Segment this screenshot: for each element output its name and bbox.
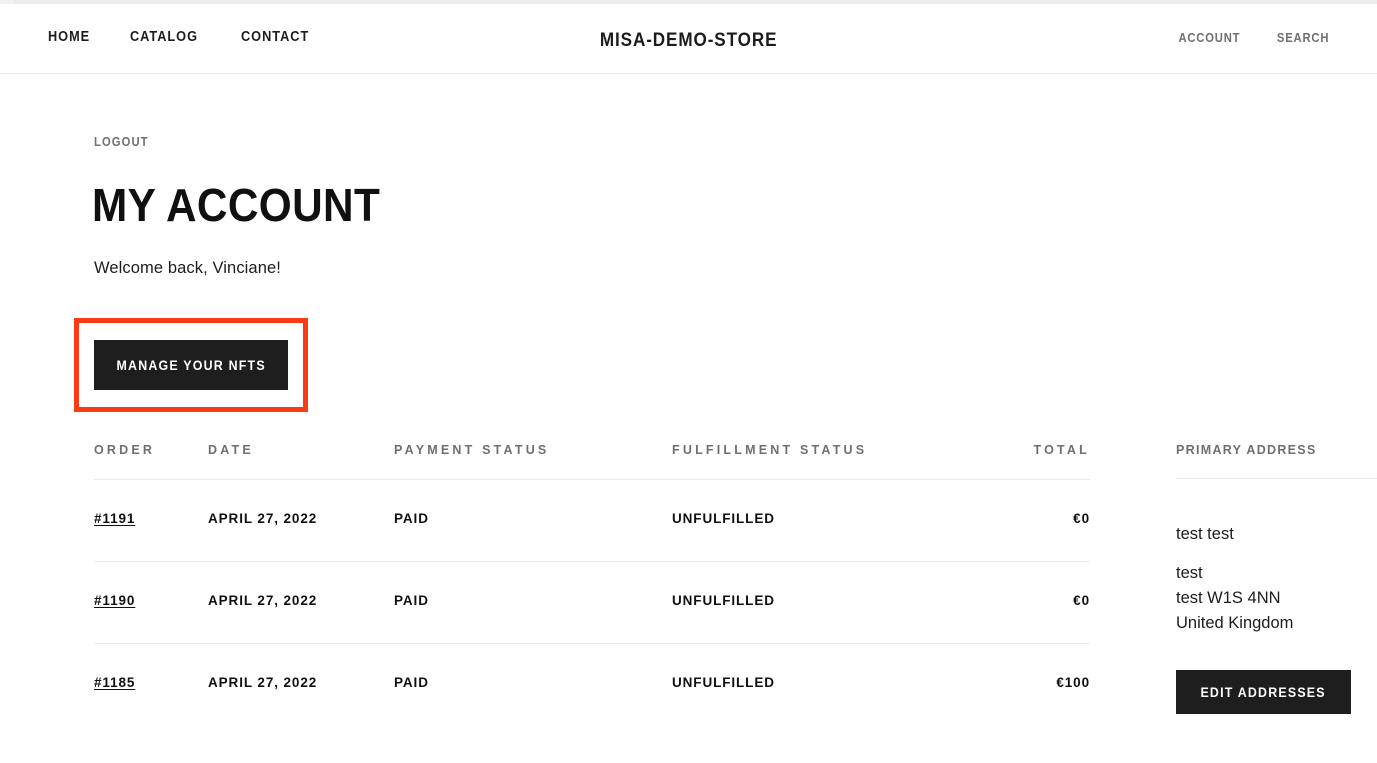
manage-nfts-button[interactable]: Manage your NFTs — [94, 340, 288, 390]
table-row: #1190 April 27, 2022 Paid Unfulfilled €0 — [94, 561, 1090, 644]
order-number-cell: #1190 — [94, 561, 208, 644]
order-payment-status-cell: Paid — [394, 561, 672, 644]
primary-address-heading: Primary Address — [1176, 443, 1377, 479]
edit-addresses-button[interactable]: Edit addresses — [1176, 670, 1351, 714]
welcome-message: Welcome back, Vinciane! — [94, 259, 281, 277]
site-header: Home Catalog Contact MISA-DEMO-STORE Acc… — [0, 4, 1377, 74]
order-payment-status-cell: Paid — [394, 675, 429, 690]
order-number-cell: #1191 — [94, 479, 208, 562]
orders-table-head: Order Date Payment status Fulfillment st… — [94, 443, 1090, 480]
order-date-cell: April 27, 2022 — [208, 479, 394, 562]
order-link[interactable]: #1185 — [94, 675, 135, 690]
store-logo-title[interactable]: MISA-DEMO-STORE — [0, 30, 1377, 52]
column-header-fulfillment-status: Fulfillment status — [672, 443, 962, 480]
edit-addresses-button-label: Edit addresses — [1200, 684, 1327, 700]
main-content: Logout My Account Welcome back, Vinciane… — [0, 75, 1377, 763]
address-line-1: test — [1176, 564, 1203, 582]
order-fulfillment-status-cell: Unfulfilled — [672, 675, 775, 690]
address-name: test test — [1176, 525, 1234, 543]
order-number-cell: #1185 — [94, 644, 208, 726]
column-header-payment-status: Payment status — [394, 443, 672, 480]
logout-link[interactable]: Logout — [94, 135, 149, 149]
column-header-date: Date — [208, 443, 394, 480]
order-total-cell: €100 — [1056, 675, 1090, 690]
orders-section: Order Date Payment status Fulfillment st… — [94, 443, 1090, 725]
order-link[interactable]: #1191 — [94, 511, 135, 526]
nav-link-account[interactable]: Account — [1178, 31, 1240, 45]
store-logo-text: MISA-DEMO-STORE — [599, 30, 778, 51]
account-page: Home Catalog Contact MISA-DEMO-STORE Acc… — [0, 0, 1377, 763]
page-title: My Account — [92, 179, 381, 231]
order-link[interactable]: #1190 — [94, 593, 135, 608]
order-fulfillment-status-cell: Unfulfilled — [672, 479, 962, 562]
orders-header-row: Order Date Payment status Fulfillment st… — [94, 443, 1090, 480]
table-row: #1185 April 27, 2022 Paid Unfulfilled €1… — [94, 644, 1090, 726]
order-total-cell: €0 — [962, 479, 1090, 562]
order-date-cell: April 27, 2022 — [208, 561, 394, 644]
order-fulfillment-status-cell: Unfulfilled — [672, 561, 962, 644]
primary-address-body: test test test test W1S 4NN United Kingd… — [1176, 522, 1377, 636]
secondary-navigation: Account Search — [1175, 31, 1332, 45]
column-header-order: Order — [94, 443, 208, 480]
primary-address-panel: Primary Address test test test test W1S … — [1176, 443, 1377, 714]
address-line-2: test W1S 4NN — [1176, 589, 1281, 607]
address-line-country: United Kingdom — [1176, 614, 1294, 632]
orders-table-body: #1191 April 27, 2022 Paid Unfulfilled €0… — [94, 479, 1090, 726]
order-date-cell: April 27, 2022 — [208, 675, 318, 690]
column-header-total: Total — [962, 443, 1090, 480]
manage-nfts-button-label: Manage your NFTs — [116, 357, 266, 373]
order-total-cell: €0 — [962, 561, 1090, 644]
orders-table: Order Date Payment status Fulfillment st… — [94, 443, 1090, 725]
address-lines: test test W1S 4NN United Kingdom — [1176, 561, 1377, 636]
order-payment-status-cell: Paid — [394, 479, 672, 562]
nav-link-search[interactable]: Search — [1277, 31, 1329, 45]
table-row: #1191 April 27, 2022 Paid Unfulfilled €0 — [94, 479, 1090, 562]
